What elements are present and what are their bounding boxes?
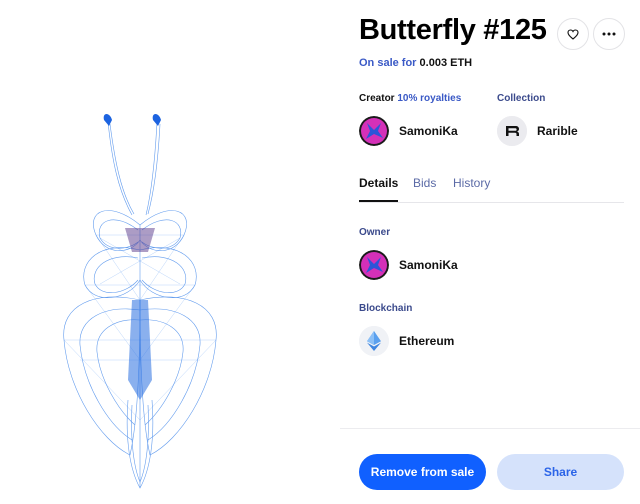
blockchain-avatar	[359, 326, 389, 356]
owner-avatar-image	[359, 250, 389, 280]
creator-avatar[interactable]	[359, 116, 389, 146]
more-options-button[interactable]	[593, 18, 625, 50]
royalties-label: 10% royalties	[397, 93, 462, 104]
item-info-panel: Butterfly #125 On sale for 0.003 ETH Cre…	[340, 0, 640, 504]
share-button[interactable]: Share	[497, 454, 624, 490]
collection-label: Collection	[497, 93, 546, 104]
item-title: Butterfly #125	[359, 14, 547, 46]
blockchain-name: Ethereum	[399, 334, 455, 348]
sale-status: On sale for 0.003 ETH	[359, 57, 472, 69]
rarible-logo-icon	[497, 116, 527, 146]
tab-bids[interactable]: Bids	[413, 176, 436, 190]
nft-artwork[interactable]	[0, 0, 340, 504]
owner-avatar[interactable]	[359, 250, 389, 280]
butterfly-artwork-image	[63, 114, 217, 489]
creator-label-row: Creator 10% royalties	[359, 93, 461, 104]
remove-from-sale-button[interactable]: Remove from sale	[359, 454, 486, 490]
actions-divider	[340, 428, 640, 429]
detail-tabs: Details Bids History	[359, 176, 624, 203]
sale-price: 0.003 ETH	[419, 57, 473, 69]
creator-avatar-image	[359, 116, 389, 146]
owner-name[interactable]: SamoniKa	[399, 258, 458, 272]
tab-details[interactable]: Details	[359, 176, 399, 202]
creator-name[interactable]: SamoniKa	[399, 124, 458, 138]
sale-prefix: On sale for	[359, 57, 417, 69]
heart-icon	[567, 28, 579, 40]
creator-label: Creator	[359, 93, 395, 104]
owner-label: Owner	[359, 227, 391, 238]
collection-avatar[interactable]	[497, 116, 527, 146]
blockchain-label: Blockchain	[359, 303, 413, 314]
tab-history[interactable]: History	[453, 176, 490, 190]
ethereum-icon	[359, 326, 389, 356]
collection-name[interactable]: Rarible	[537, 124, 578, 138]
more-dots-icon	[602, 32, 616, 36]
favorite-button[interactable]	[557, 18, 589, 50]
